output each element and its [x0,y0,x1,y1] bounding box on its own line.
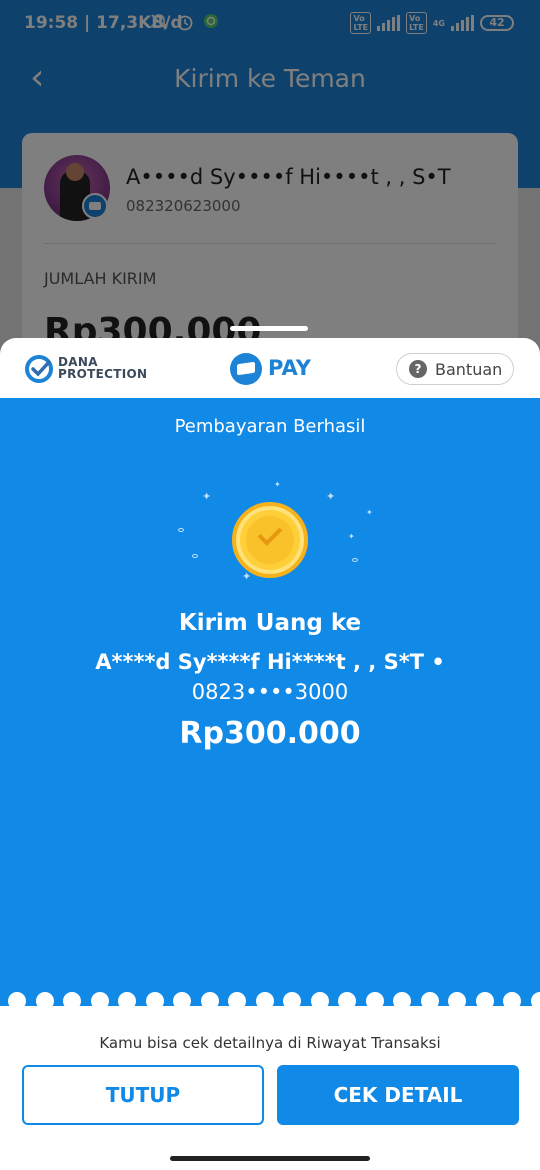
transfer-amount: Rp300.000 [179,716,361,751]
sparkle-icon: ✦ [348,532,355,541]
receipt-scallop [228,992,246,1010]
transfer-title: Kirim Uang ke [178,610,362,636]
home-indicator[interactable] [170,1156,370,1161]
help-label: Bantuan [435,359,503,379]
success-illustration: ✦ ✦ ✦ ✦ ✦ ✦ [170,480,373,588]
question-icon: ? [409,360,427,378]
receipt-edge [0,992,540,1010]
transfer-recipient: A****d Sy****f Hi****t , , S*T • [95,650,445,674]
receipt-scallop [255,992,274,1010]
dana-pay-icon [230,353,262,385]
receipt-scallop [173,992,191,1010]
receipt-scallop [530,992,540,1010]
help-button[interactable]: ? Bantuan [396,353,514,385]
transfer-phone: 0823••••3000 [191,680,349,704]
sheet-header: DANA PROTECTION PAY ? Bantuan [0,338,540,398]
receipt-scallop [35,992,54,1010]
receipt-scallop [145,992,164,1010]
receipt-scallop [200,992,219,1010]
dot-icon [352,558,358,562]
success-panel: Pembayaran Berhasil ✦ ✦ ✦ ✦ ✦ ✦ Kirim Ua… [0,398,540,1006]
sheet-drag-handle[interactable] [230,326,308,331]
receipt-scallop [63,992,81,1010]
receipt-scallop [283,992,301,1010]
sparkle-icon: ✦ [326,490,336,503]
sparkle-icon: ✦ [274,480,281,489]
close-button[interactable]: TUTUP [22,1065,264,1125]
dot-icon [192,554,198,558]
view-detail-button[interactable]: CEK DETAIL [277,1065,519,1125]
dana-protection-logo: DANA PROTECTION [58,355,148,381]
receipt-scallop [365,992,384,1010]
pay-label: PAY [268,356,311,380]
receipt-scallop [448,992,466,1010]
receipt-scallop [310,992,329,1010]
dot-icon [178,528,184,532]
dana-protection-icon [25,355,53,383]
payment-result-sheet: DANA PROTECTION PAY ? Bantuan Pembayaran… [0,338,540,1170]
history-info: Kamu bisa cek detailnya di Riwayat Trans… [99,1034,441,1052]
receipt-scallop [393,992,411,1010]
receipt-scallop [8,992,26,1010]
payment-status: Pembayaran Berhasil [174,416,366,437]
receipt-scallop [338,992,356,1010]
receipt-scallop [90,992,109,1010]
success-coin-icon [232,502,308,578]
sparkle-icon: ✦ [202,490,212,503]
receipt-scallop [118,992,136,1010]
sparkle-icon: ✦ [366,508,373,517]
receipt-scallop [420,992,439,1010]
receipt-scallop [503,992,521,1010]
receipt-scallop [475,992,494,1010]
checkmark-icon [257,521,283,546]
